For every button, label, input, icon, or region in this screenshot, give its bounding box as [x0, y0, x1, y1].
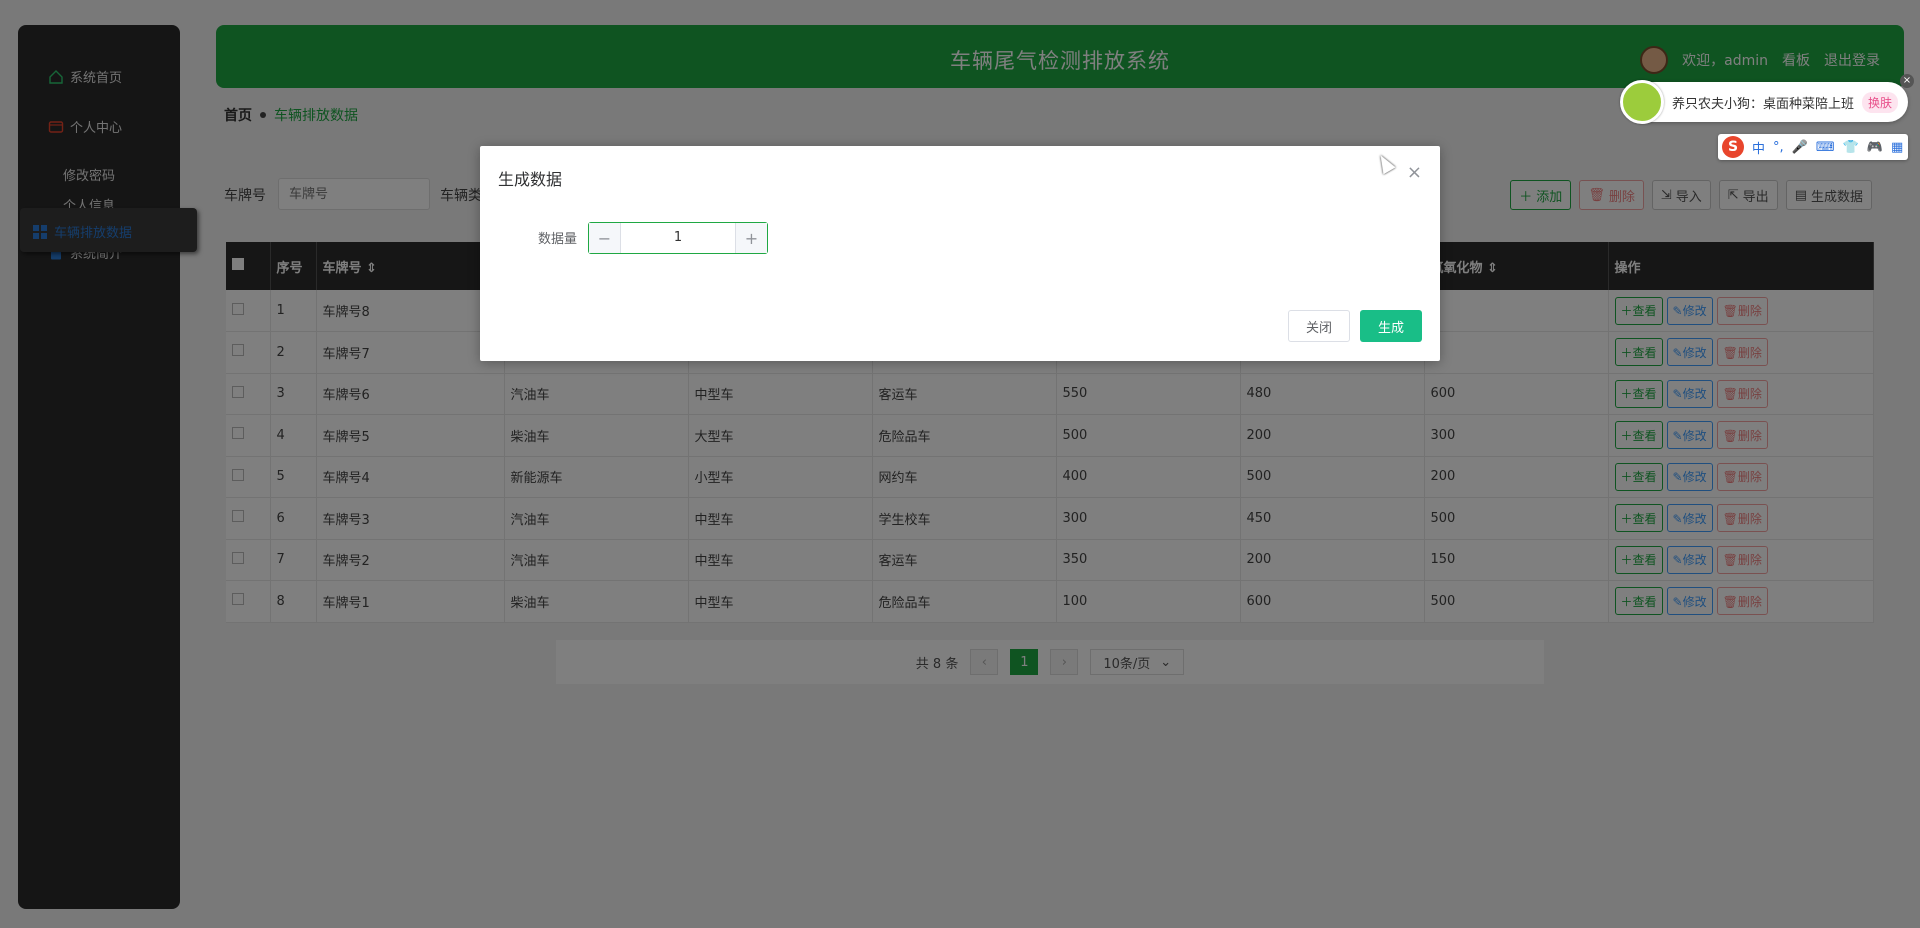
skin-icon[interactable]: 👕	[1843, 140, 1859, 155]
dialog-generate-button[interactable]: 生成	[1360, 310, 1422, 342]
keyboard-icon[interactable]: ⌨	[1816, 140, 1835, 155]
sogou-logo-icon: S	[1722, 136, 1744, 158]
floating-ad[interactable]: 养只农夫小狗：桌面种菜陪上班 换肤 ×	[1620, 74, 1914, 124]
ad-text: 养只农夫小狗：桌面种菜陪上班	[1672, 96, 1855, 112]
data-amount-stepper[interactable]: − 1 +	[588, 222, 768, 254]
generate-data-dialog: 生成数据 × 数据量 − 1 + 关闭 生成	[480, 146, 1440, 361]
modal-overlay[interactable]	[0, 0, 1920, 928]
dialog-title: 生成数据	[498, 170, 563, 189]
plus-icon: +	[744, 228, 759, 248]
increment-button[interactable]: +	[735, 223, 767, 253]
ad-close-icon[interactable]: ×	[1900, 74, 1914, 88]
data-amount-label: 数据量	[538, 232, 578, 247]
ime-language-toggle[interactable]: 中	[1752, 138, 1765, 157]
skin-button[interactable]: 换肤	[1862, 91, 1899, 113]
microphone-icon[interactable]: 🎤	[1792, 140, 1808, 155]
dialog-close-button[interactable]: 关闭	[1288, 310, 1350, 342]
minus-icon: −	[597, 228, 612, 248]
grid-menu-icon[interactable]: ▦	[1891, 140, 1903, 155]
game-icon[interactable]: 🎮	[1867, 140, 1883, 155]
mascot-icon	[1620, 80, 1664, 124]
decrement-button[interactable]: −	[589, 223, 621, 253]
ime-toolbar[interactable]: S 中 °, 🎤 ⌨ 👕 🎮 ▦	[1718, 134, 1908, 160]
close-icon[interactable]: ×	[1407, 162, 1422, 183]
punctuation-icon[interactable]: °,	[1773, 140, 1784, 155]
data-amount-value[interactable]: 1	[621, 223, 735, 253]
